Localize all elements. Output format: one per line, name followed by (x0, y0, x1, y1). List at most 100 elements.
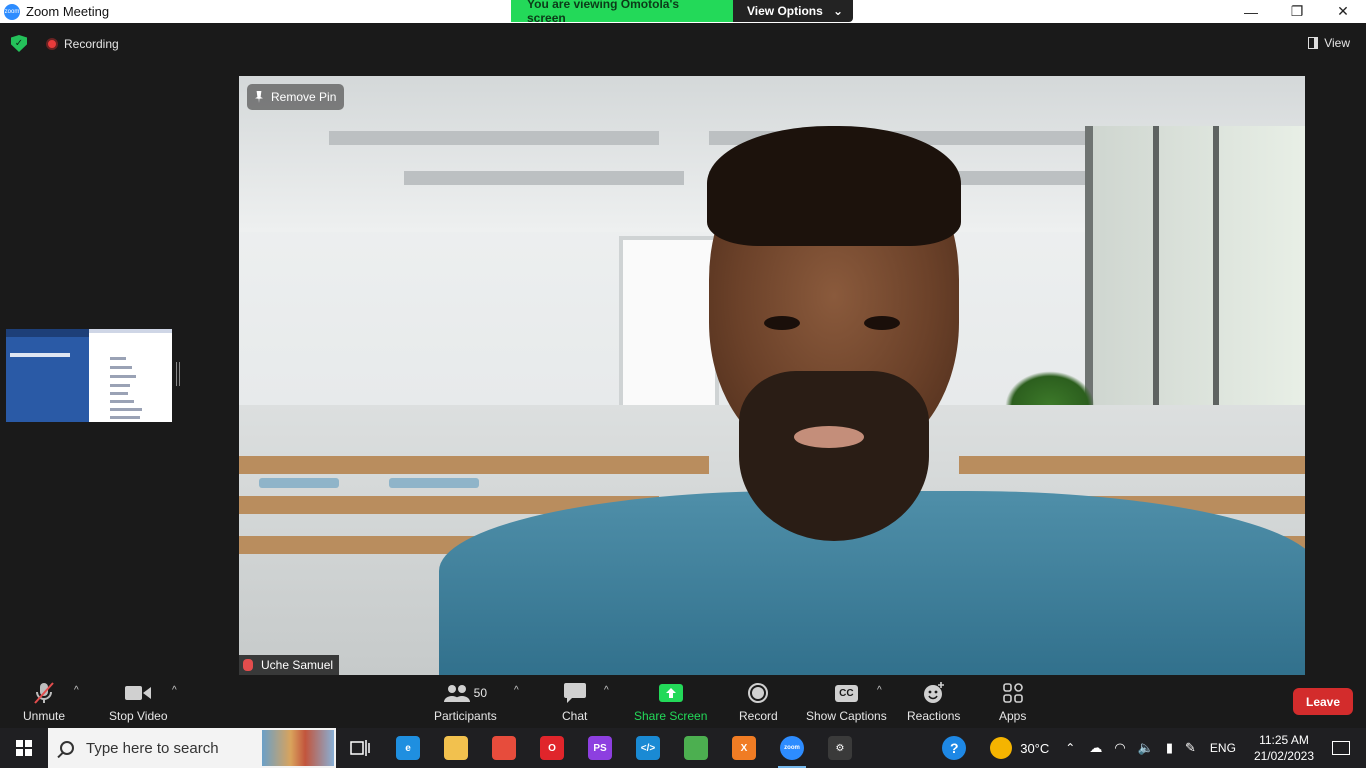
share-screen-label: Share Screen (634, 709, 708, 723)
taskbar-app-settings[interactable]: ⚙ (816, 728, 864, 768)
search-highlight-image (262, 730, 334, 766)
pinned-apps: e O PS </> Xzoom ⚙ (384, 728, 864, 768)
chrome-icon (492, 736, 516, 760)
thumbnail-resize-handle[interactable] (176, 362, 180, 386)
settings-icon: ⚙ (828, 736, 852, 760)
show-captions-button[interactable]: CC Show Captions (806, 681, 887, 723)
weather-widget[interactable]: 30°C (990, 737, 1049, 759)
taskbar-app-vscode[interactable]: </> (624, 728, 672, 768)
unmute-button[interactable]: Unmute (23, 681, 65, 723)
apps-icon (1002, 681, 1023, 705)
reactions-label: Reactions (907, 709, 961, 723)
task-view-icon (350, 740, 370, 756)
language-indicator[interactable]: ENG (1210, 741, 1236, 755)
edge-icon: e (396, 736, 420, 760)
taskbar-clock[interactable]: 11:25 AM 21/02/2023 (1254, 732, 1314, 764)
taskbar-app-zoom[interactable]: zoom (768, 728, 816, 768)
window-titlebar: zoom Zoom Meeting You are viewing Omotol… (0, 0, 1366, 25)
window-controls: — ❐ ✕ (1228, 0, 1366, 23)
participants-button[interactable]: 50 Participants (434, 681, 497, 723)
xampp-icon: X (732, 736, 756, 760)
taskbar-app-edge[interactable]: e (384, 728, 432, 768)
pen-icon[interactable]: ✎ (1185, 740, 1196, 756)
view-label: View (1324, 36, 1350, 50)
stop-video-label: Stop Video (109, 709, 168, 723)
record-icon (747, 681, 769, 705)
view-options-label: View Options (747, 4, 823, 18)
participants-options-caret[interactable]: ^ (514, 685, 519, 696)
taskbar-app-xampp[interactable]: X (720, 728, 768, 768)
mic-off-icon (32, 681, 56, 705)
participants-icon (443, 685, 470, 702)
remove-pin-button[interactable]: Remove Pin (247, 84, 345, 110)
weather-temp: 30°C (1020, 740, 1050, 756)
chevron-up-icon[interactable]: ⌃ (1065, 741, 1075, 755)
stop-video-button[interactable]: Stop Video (109, 681, 168, 723)
layout-icon (1308, 37, 1319, 49)
apps-label: Apps (999, 709, 1027, 723)
windows-taskbar: Type here to search e O PS </> Xzoom ⚙ ? 30°C… (0, 728, 1366, 768)
phpstorm-icon: PS (588, 736, 612, 760)
chat-options-caret[interactable]: ^ (604, 685, 609, 696)
zoom-app-icon: zoom (4, 3, 20, 20)
share-screen-icon (658, 681, 683, 705)
smiley-add-icon (923, 681, 945, 705)
viewing-banner: You are viewing Omotola's screen View Op… (511, 0, 853, 25)
reactions-button[interactable]: Reactions (907, 681, 960, 723)
pin-icon (255, 91, 263, 103)
record-label: Record (739, 709, 778, 723)
help-question-icon: ? (942, 736, 967, 760)
share-screen-button[interactable]: Share Screen (634, 681, 707, 723)
taskbar-app-nodejs[interactable] (672, 728, 720, 768)
system-tray: ? 30°C ⌃ ☁ ◠ 🔈 ▮ ✎ ENG 11:25 AM 21/02/20… (930, 728, 1366, 768)
minimize-button[interactable]: — (1228, 0, 1274, 23)
notifications-icon[interactable] (1332, 741, 1350, 755)
search-placeholder: Type here to search (86, 739, 219, 757)
taskbar-app-opera[interactable]: O (528, 728, 576, 768)
video-options-caret[interactable]: ^ (172, 685, 177, 696)
close-button[interactable]: ✕ (1320, 0, 1366, 23)
taskbar-app-phpstorm[interactable]: PS (576, 728, 624, 768)
volume-icon[interactable]: 🔈 (1138, 740, 1154, 756)
microphone-icon[interactable]: ▮ (1166, 740, 1173, 756)
captions-options-caret[interactable]: ^ (877, 685, 882, 696)
shield-icon[interactable]: ✓ (11, 35, 27, 52)
show-captions-label: Show Captions (806, 709, 887, 723)
apps-button[interactable]: Apps (999, 681, 1026, 723)
record-dot-icon (46, 38, 58, 50)
record-button[interactable]: Record (739, 681, 778, 723)
meeting-toolbar: Unmute ^ Stop Video ^ 50 Participants ^ … (0, 675, 1366, 728)
restore-button[interactable]: ❐ (1274, 0, 1320, 23)
shared-screen-thumbnail[interactable] (6, 329, 172, 422)
recording-label: Recording (64, 37, 119, 51)
wifi-icon[interactable]: ◠ (1114, 740, 1125, 756)
task-view-button[interactable] (336, 728, 384, 768)
audio-options-caret[interactable]: ^ (74, 685, 79, 696)
meeting-top-bar: ✓ Recording View (0, 23, 1366, 63)
chat-button[interactable]: Chat (562, 681, 587, 723)
windows-logo-icon (16, 740, 32, 756)
search-icon (60, 741, 74, 755)
pinned-video[interactable]: Remove Pin Uche Samuel (239, 76, 1305, 675)
view-options-button[interactable]: View Options ⌄ (733, 0, 853, 22)
recording-indicator[interactable]: Recording (46, 37, 119, 51)
viewing-screen-label: You are viewing Omotola's screen (511, 0, 733, 25)
onedrive-cloud-icon[interactable]: ☁ (1089, 740, 1102, 756)
unmute-label: Unmute (23, 709, 66, 723)
help-app[interactable]: ? (930, 728, 978, 768)
leave-button[interactable]: Leave (1293, 688, 1353, 715)
view-button[interactable]: View (1308, 36, 1350, 50)
thumbnail-slide-panel (6, 329, 89, 422)
participant-person (439, 121, 1305, 675)
zoom-icon: zoom (780, 736, 804, 760)
taskbar-app-chrome[interactable] (480, 728, 528, 768)
vscode-icon: </> (636, 736, 660, 760)
taskbar-search-box[interactable]: Type here to search (48, 728, 336, 768)
clock-date: 21/02/2023 (1253, 749, 1314, 763)
opera-icon: O (540, 736, 564, 760)
nodejs-icon (684, 736, 708, 760)
window-title: Zoom Meeting (26, 4, 110, 19)
taskbar-app-file-explorer[interactable] (432, 728, 480, 768)
start-button[interactable] (0, 728, 48, 768)
chat-bubble-icon (563, 681, 586, 705)
